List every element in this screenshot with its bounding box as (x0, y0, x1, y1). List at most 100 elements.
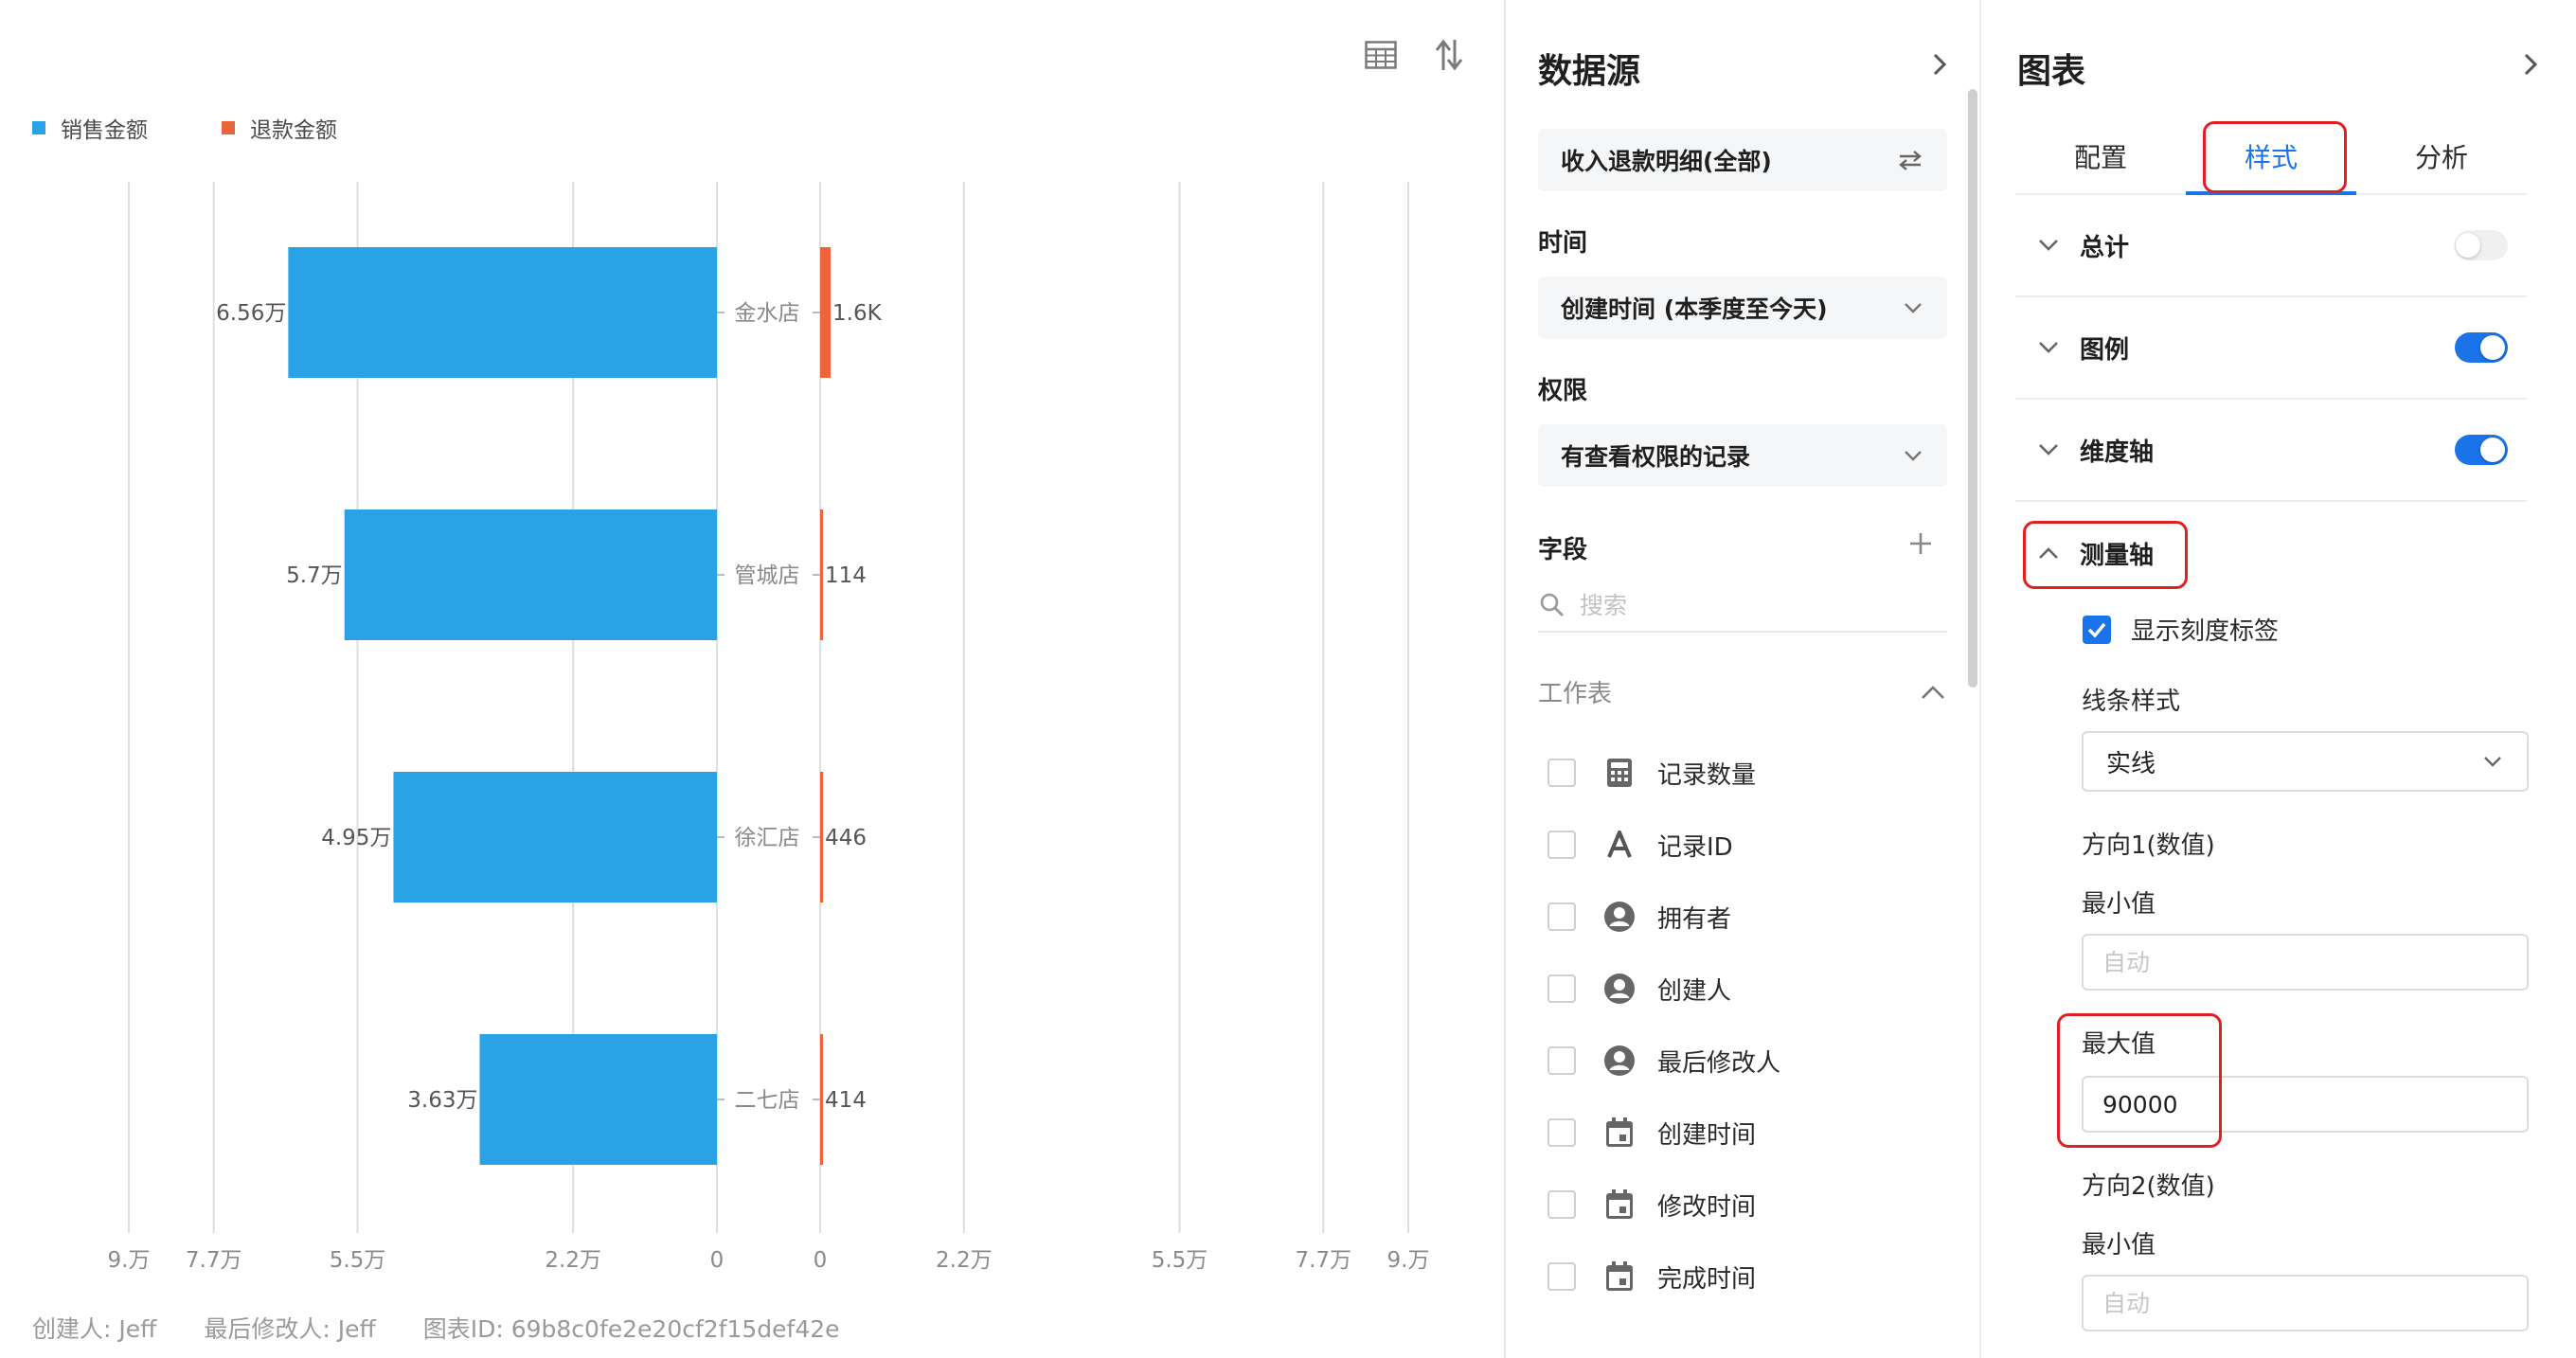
worksheet-label: 工作表 (1538, 680, 1613, 708)
show-tick-labels-row[interactable]: 显示刻度标签 (2082, 612, 2279, 647)
field-item[interactable]: 最后修改人 (1547, 1032, 1780, 1089)
x-tick-label-left: 0 (710, 1248, 724, 1273)
data-label-sales: 6.56万 (216, 301, 286, 326)
field-checkbox[interactable] (1547, 1118, 1576, 1147)
search-input[interactable] (1580, 591, 1921, 619)
time-range-select[interactable]: 创建时间 (本季度至今天) (1538, 277, 1947, 339)
section-dimension-axis[interactable]: 维度轴 (2015, 400, 2527, 502)
toggle-knob (2480, 335, 2505, 360)
chevron-down-icon (2039, 342, 2058, 353)
user-icon (1601, 970, 1638, 1008)
config-tabs: 配置 样式 分析 (2015, 119, 2527, 195)
x-tick-label-left: 9.万 (108, 1248, 151, 1273)
line-style-select[interactable]: 实线 (2082, 731, 2529, 792)
field-item[interactable]: 修改时间 (1547, 1176, 1756, 1233)
tab-config[interactable]: 配置 (2015, 119, 2186, 193)
bar-sales (393, 772, 717, 902)
field-label: 创建人 (1657, 976, 1732, 1006)
section-label: 图例 (2080, 335, 2130, 365)
field-checkbox[interactable] (1547, 831, 1576, 859)
data-source-panel: 数据源 收入退款明细(全部) 时间 创建时间 (本季度至今天) 权限 有查看权限… (1506, 0, 1979, 1358)
data-label-refund: 446 (825, 826, 867, 850)
field-item[interactable]: 记录ID (1547, 816, 1733, 873)
plus-icon[interactable] (1905, 528, 1936, 559)
section-measure-axis[interactable]: 测量轴 (2015, 502, 2527, 604)
field-label: 记录ID (1657, 832, 1733, 862)
checkbox-checked-icon[interactable] (2082, 615, 2112, 645)
direction1-max-input[interactable] (2082, 1076, 2529, 1133)
worksheet-header[interactable]: 工作表 (1538, 674, 1947, 709)
dataset-name: 收入退款明细(全部) (1561, 148, 1772, 175)
field-checkbox[interactable] (1547, 974, 1576, 1003)
calendar-icon (1601, 1258, 1638, 1295)
field-checkbox[interactable] (1547, 1190, 1576, 1219)
direction2-min-label: 最小值 (2082, 1231, 2156, 1260)
bar-refund (820, 772, 824, 902)
x-tick-label-right: 5.5万 (1152, 1248, 1208, 1273)
switch-arrows-icon[interactable] (1896, 149, 1924, 171)
chevron-up-icon[interactable] (1919, 683, 1947, 702)
data-source-title: 数据源 (1538, 52, 1641, 91)
bar-sales (288, 247, 717, 378)
time-label: 时间 (1538, 229, 1588, 258)
chevron-right-icon[interactable] (2513, 47, 2548, 81)
field-checkbox[interactable] (1547, 902, 1576, 931)
direction1-min-input[interactable] (2082, 934, 2529, 991)
chevron-down-icon (1905, 451, 1922, 461)
legend-toggle[interactable] (2455, 332, 2508, 363)
data-label-sales: 5.7万 (286, 563, 343, 588)
data-label-sales: 4.95万 (321, 826, 391, 850)
bar-sales (479, 1034, 717, 1165)
bar-refund (820, 509, 823, 640)
bar-refund (820, 1034, 823, 1165)
field-item[interactable]: 创建时间 (1547, 1104, 1756, 1161)
field-label: 最后修改人 (1657, 1048, 1781, 1078)
text-a-icon (1601, 826, 1638, 864)
field-item[interactable]: 拥有者 (1547, 888, 1731, 945)
direction2-min-input[interactable] (2082, 1275, 2529, 1331)
field-label: 记录数量 (1657, 760, 1757, 790)
direction1-max-label: 最大值 (2082, 1030, 2156, 1059)
chevron-right-icon[interactable] (1923, 47, 1957, 81)
permission-select[interactable]: 有查看权限的记录 (1538, 424, 1947, 487)
field-item[interactable]: 创建人 (1547, 960, 1731, 1017)
scrollbar[interactable] (1968, 89, 1977, 688)
butterfly-bar-chart: 0 2.2万 5.5万 7.7万 9.万 0 2.2万 5.5万 7.7万 9.万 6.56万 金水店… (108, 182, 1429, 1273)
user-icon (1601, 898, 1638, 936)
line-style-label: 线条样式 (2082, 688, 2181, 716)
chart-config-panel: 图表 配置 样式 分析 总计 图例 维度轴 测量轴 (1981, 0, 2576, 1358)
toggle-knob (2456, 233, 2480, 258)
category-label: 管城店 (735, 563, 800, 588)
direction1-min-label: 最小值 (2082, 890, 2156, 919)
category-label: 徐汇店 (735, 826, 800, 850)
dimension-axis-toggle[interactable] (2455, 435, 2508, 465)
line-style-value: 实线 (2106, 749, 2156, 778)
tab-analysis[interactable]: 分析 (2356, 119, 2527, 193)
dataset-selector[interactable]: 收入退款明细(全部) (1538, 129, 1947, 191)
field-item[interactable]: 记录数量 (1547, 744, 1756, 801)
app-root: 销售金额 退款金额 0 2.2万 5.5万 7.7万 9.万 0 2.2万 5.5万 7.7万 9… (0, 0, 2576, 1358)
tab-style[interactable]: 样式 (2186, 119, 2356, 195)
user-icon (1601, 1042, 1638, 1080)
permission-value: 有查看权限的记录 (1561, 443, 1751, 471)
data-label-refund: 114 (825, 563, 867, 588)
field-checkbox[interactable] (1547, 1046, 1576, 1075)
x-tick-label-left: 2.2万 (545, 1248, 601, 1273)
footer-creator: 创建人: Jeff (32, 1315, 157, 1343)
chevron-up-icon (2039, 547, 2058, 559)
field-item[interactable]: 完成时间 (1547, 1248, 1756, 1305)
chart-panel: 销售金额 退款金额 0 2.2万 5.5万 7.7万 9.万 0 2.2万 5.5万 7.7万 9… (0, 0, 1504, 1358)
chevron-down-icon (2039, 444, 2058, 456)
chevron-down-icon (2484, 757, 2501, 767)
bar-sales (344, 509, 717, 640)
field-checkbox[interactable] (1547, 1262, 1576, 1291)
total-toggle[interactable] (2455, 230, 2508, 260)
field-label: 创建时间 (1657, 1120, 1757, 1150)
direction1-label: 方向1(数值) (2082, 831, 2215, 860)
permission-label: 权限 (1538, 377, 1588, 405)
field-checkbox[interactable] (1547, 759, 1576, 787)
section-total[interactable]: 总计 (2015, 195, 2527, 297)
section-legend[interactable]: 图例 (2015, 297, 2527, 400)
field-label: 拥有者 (1657, 904, 1732, 934)
time-range-value: 创建时间 (本季度至今天) (1561, 295, 1828, 323)
